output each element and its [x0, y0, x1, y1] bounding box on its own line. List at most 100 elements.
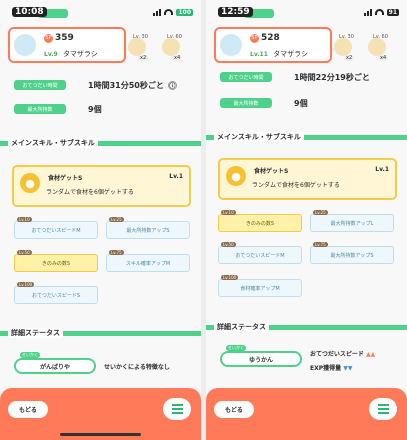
level-row: Lv.11 タマザラシ	[250, 49, 308, 59]
sub-skill-2[interactable]: Lv.25 最大所持数アップS	[106, 217, 190, 239]
sub-skill-lv: Lv.10	[17, 217, 32, 222]
sub-skill-4[interactable]: Lv.75 最大所持数アップS	[310, 242, 394, 264]
panel-right: 12:59 91 SP 528 Lv.11 タマザラシ Lv. 30 x2 Lv…	[206, 0, 407, 440]
status-bar: 10:08 100	[12, 6, 193, 18]
status-time: 10:08	[12, 7, 47, 17]
sub-skill-label: おてつだいスピードM	[31, 227, 81, 234]
sub-skill-lv: Lv.10	[221, 210, 236, 215]
status-time: 12:59	[218, 7, 253, 17]
sub-skill-label: 最大所持数アップS	[126, 227, 170, 234]
menu-icon[interactable]	[369, 398, 397, 420]
skill-description: ランダムで食材を6個ゲットする	[252, 182, 340, 189]
status-section-label: 詳細ステータス	[8, 328, 63, 338]
wifi-icon	[374, 9, 384, 15]
level-row: Lv.9 タマザラシ	[44, 49, 98, 59]
sp-row: SP 359	[44, 33, 74, 43]
nature-up-label: おてつだいスピード	[310, 351, 364, 358]
sub-skill-lv: Lv.100	[221, 275, 239, 280]
max-items-value: 9個	[294, 99, 308, 108]
help-time-value: 1時間31分50秒ごと ⓘ	[88, 80, 177, 91]
sub-skill-1[interactable]: Lv.10 おてつだいスピードM	[14, 217, 98, 239]
main-skill-card[interactable]: ● 食材ゲットS Lv.1 ランダムで食材を6個ゲットする	[12, 165, 191, 207]
pokemon-name: タマザラシ	[62, 50, 98, 58]
nature-effect: せいかくによる特徴なし	[104, 364, 170, 371]
skill-level: Lv.1	[375, 166, 389, 173]
sub-skill-lv: Lv.50	[221, 242, 236, 247]
nature-pill[interactable]: がんばりや	[14, 358, 96, 374]
sub-skill-label: きのみの数S	[245, 220, 275, 227]
status-section-label: 詳細ステータス	[214, 322, 269, 332]
ingredient-icon-2[interactable]	[368, 38, 386, 56]
pokemon-card: SP 359 Lv.9 タマザラシ	[8, 27, 126, 63]
ingredient-count-1: x2	[138, 55, 149, 61]
sub-skill-lv: Lv.25	[109, 217, 124, 222]
sub-skill-lv: Lv.75	[313, 242, 328, 247]
sub-skill-1[interactable]: Lv.10 きのみの数S	[218, 210, 302, 232]
status-icons: 91	[363, 8, 399, 16]
ingredient-icon-2[interactable]	[162, 38, 180, 56]
nature-down-text: EXP獲得量 ▼▼	[310, 363, 352, 372]
skills-section-label: メインスキル・サブスキル	[214, 132, 304, 142]
ingredient-count-1: x2	[344, 55, 355, 61]
signal-icon	[363, 8, 372, 16]
skill-name: 食材ゲットS	[254, 168, 289, 175]
sub-skill-label: 食材確率アップM	[240, 285, 280, 292]
ingredient-icon-1[interactable]	[334, 38, 352, 56]
help-time-label: おてつだい時間	[220, 72, 272, 82]
home-indicator[interactable]	[60, 433, 141, 436]
status-bar: 12:59 91	[218, 6, 399, 18]
level: Lv.9	[44, 51, 58, 58]
battery-icon: 91	[386, 8, 399, 16]
sub-skill-3[interactable]: Lv.50 きのみの数S	[14, 250, 98, 272]
footer-bar: もどる	[0, 388, 201, 440]
battery-icon: 100	[176, 8, 193, 16]
skill-name: 食材ゲットS	[48, 175, 83, 182]
sub-skill-lv: Lv.50	[17, 250, 32, 255]
skill-level: Lv.1	[169, 173, 183, 180]
sub-skill-label: スキル確率アップM	[125, 260, 171, 267]
sub-skill-5[interactable]: Lv.100 おてつだいスピードS	[14, 282, 98, 304]
level: Lv.11	[250, 51, 268, 58]
help-time-label: おてつだい時間	[14, 80, 66, 90]
sub-skill-3[interactable]: Lv.50 おてつだいスピードM	[218, 242, 302, 264]
back-button[interactable]: もどる	[214, 401, 254, 418]
panel-left: 10:08 100 SP 359 Lv.9 タマザラシ Lv. 30 x2 Lv…	[0, 0, 201, 440]
sub-skill-5[interactable]: Lv.100 食材確率アップM	[218, 275, 302, 297]
max-items-value: 9個	[88, 105, 102, 114]
nature-down-label: EXP獲得量	[310, 365, 342, 372]
max-items-label: 最大所持数	[220, 98, 272, 108]
sub-skill-4[interactable]: Lv.75 スキル確率アップM	[106, 250, 190, 272]
sub-skill-label: 最大所持数アップL	[330, 220, 374, 227]
ingredient-count-2: x4	[378, 55, 389, 61]
help-time-text: 1時間31分50秒ごと	[88, 81, 164, 90]
ingredient-icon-1[interactable]	[128, 38, 146, 56]
wifi-icon	[164, 9, 174, 15]
apple-icon: ●	[226, 166, 246, 186]
back-button[interactable]: もどる	[8, 401, 48, 418]
main-skill-card[interactable]: ● 食材ゲットS Lv.1 ランダムで食材を6個ゲットする	[218, 158, 397, 200]
sp-value: 528	[261, 33, 280, 43]
skills-section-title: メインスキル・サブスキル	[0, 138, 201, 148]
menu-icon[interactable]	[163, 398, 191, 420]
skills-section-title: メインスキル・サブスキル	[206, 132, 407, 142]
nature-pill[interactable]: ゆうかん	[220, 351, 302, 367]
status-section-title: 詳細ステータス	[0, 328, 201, 338]
skills-section-label: メインスキル・サブスキル	[8, 138, 98, 148]
sp-badge-icon: SP	[44, 33, 53, 43]
status-section-title: 詳細ステータス	[206, 322, 407, 332]
pokemon-name: タマザラシ	[273, 50, 308, 58]
max-items-label: 最大所持数	[14, 104, 66, 114]
up-arrow-icon: ▲▲	[365, 351, 376, 358]
sub-skill-label: きのみの数S	[41, 260, 71, 267]
apple-icon: ●	[20, 173, 40, 193]
status-icons: 100	[153, 8, 193, 16]
sub-skill-2[interactable]: Lv.25 最大所持数アップL	[310, 210, 394, 232]
help-time-value: 1時間22分19秒ごと	[294, 73, 370, 82]
sp-row: SP 528	[250, 33, 280, 43]
skill-description: ランダムで食材を6個ゲットする	[46, 189, 134, 196]
info-icon[interactable]: ⓘ	[167, 81, 177, 90]
sub-skill-lv: Lv.75	[109, 250, 124, 255]
pokemon-icon	[14, 34, 36, 56]
pokemon-card: SP 528 Lv.11 タマザラシ	[214, 27, 332, 63]
sub-skill-lv: Lv.100	[17, 282, 35, 287]
